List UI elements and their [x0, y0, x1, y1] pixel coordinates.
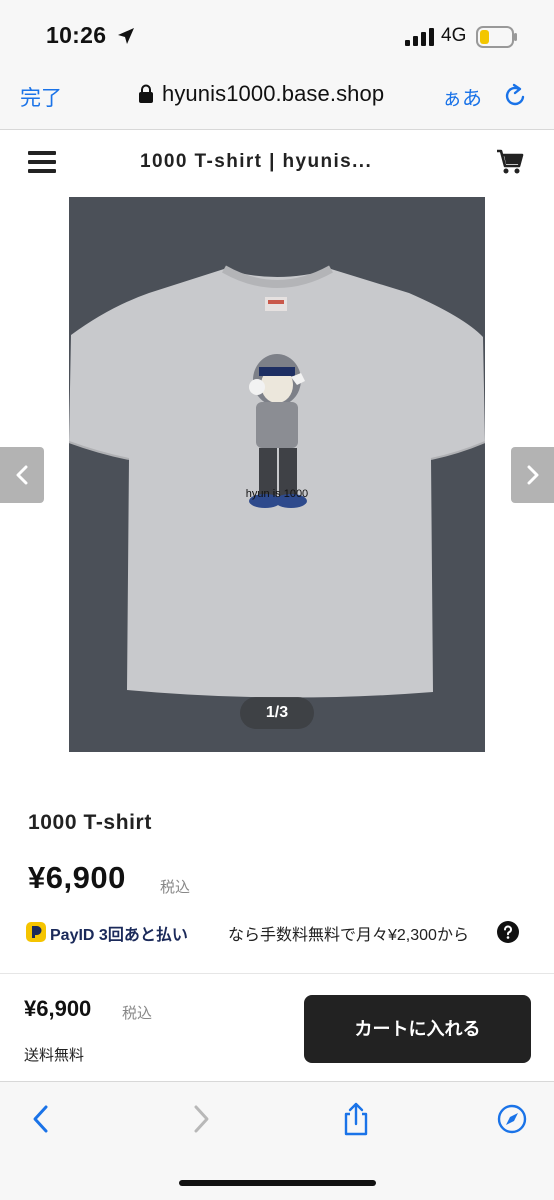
battery-icon [476, 26, 517, 48]
home-indicator [179, 1180, 376, 1186]
site-header: 1000 T-shirt | hyunis... [0, 131, 554, 193]
reload-icon[interactable] [502, 82, 528, 110]
cart-bar: ¥6,900 税込 送料無料 カートに入れる [0, 973, 554, 1081]
question-circle-icon[interactable] [496, 920, 520, 944]
done-button[interactable]: 完了 [20, 82, 62, 112]
back-icon[interactable] [26, 1102, 58, 1136]
url-bar: 完了 hyunis1000.base.shop ぁあ [0, 70, 554, 130]
image-counter: 1/3 [240, 697, 314, 729]
product-image[interactable]: hyun is 1000 [69, 197, 485, 752]
payid-banner[interactable]: PayID 3回あと払い なら手数料無料で月々¥2,300から [26, 918, 526, 946]
image-next-button[interactable] [511, 447, 554, 503]
network-type: 4G [441, 25, 467, 46]
payid-logo-icon [26, 922, 46, 942]
tax-label: 税込 [160, 879, 191, 896]
url-address[interactable]: hyunis1000.base.shop [162, 81, 384, 107]
cart-bar-price: ¥6,900 [24, 996, 92, 1021]
page-title: 1000 T-shirt | hyunis... [140, 151, 373, 172]
compass-icon[interactable] [496, 1102, 528, 1136]
forward-icon[interactable] [184, 1102, 216, 1136]
signal-icon [405, 28, 434, 46]
product-price: ¥6,900 [28, 860, 126, 895]
payid-installment-text: なら手数料無料で月々¥2,300から [228, 927, 469, 944]
status-time: 10:26 [46, 22, 107, 48]
cart-bar-tax-label: 税込 [122, 1005, 153, 1022]
chevron-right-icon [527, 465, 539, 485]
add-to-cart-button[interactable]: カートに入れる [304, 995, 531, 1063]
chevron-left-icon [16, 465, 28, 485]
tshirt-illustration: hyun is 1000 [69, 197, 485, 752]
lock-icon [139, 84, 153, 103]
cart-icon[interactable] [496, 149, 524, 175]
shipping-label: 送料無料 [24, 1047, 85, 1064]
product-name: 1000 T-shirt [28, 811, 152, 834]
text-size-button[interactable]: ぁあ [442, 82, 482, 111]
image-prev-button[interactable] [0, 447, 44, 503]
status-bar: 10:26 4G [0, 0, 554, 70]
payid-brand: PayID 3回あと払い [50, 927, 188, 944]
hamburger-menu-icon[interactable] [28, 151, 56, 173]
location-arrow-icon [118, 28, 134, 44]
share-icon[interactable] [340, 1102, 372, 1136]
shirt-print-text: hyun is 1000 [246, 488, 308, 500]
